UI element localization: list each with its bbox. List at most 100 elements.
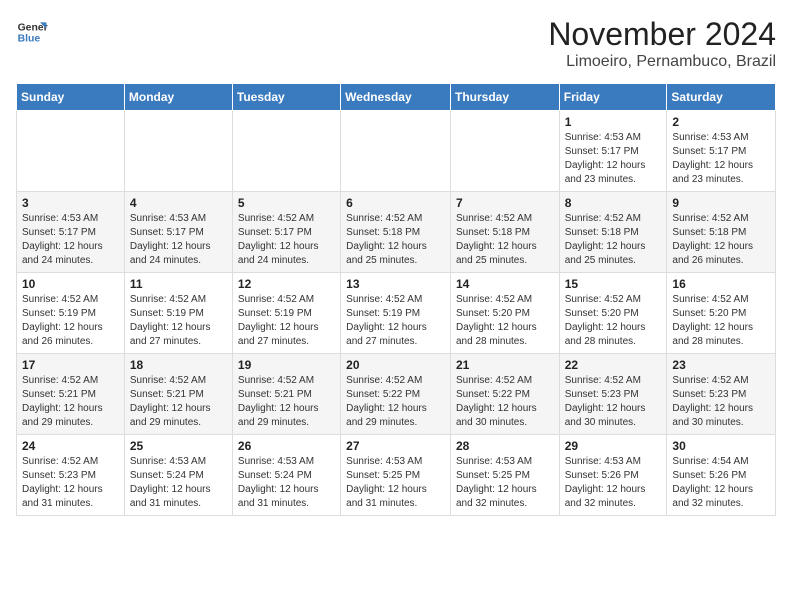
weekday-header-wednesday: Wednesday [341, 84, 451, 111]
day-info: Sunrise: 4:53 AM Sunset: 5:25 PM Dayligh… [346, 455, 445, 511]
day-info: Sunrise: 4:52 AM Sunset: 5:19 PM Dayligh… [346, 293, 445, 349]
calendar-day-cell: 25 Sunrise: 4:53 AM Sunset: 5:24 PM Dayli… [124, 435, 232, 516]
day-info: Sunrise: 4:52 AM Sunset: 5:21 PM Dayligh… [22, 374, 119, 430]
calendar-day-cell: 24 Sunrise: 4:52 AM Sunset: 5:23 PM Dayli… [17, 435, 125, 516]
calendar-day-cell: 2 Sunrise: 4:53 AM Sunset: 5:17 PM Daylig… [667, 111, 776, 192]
day-number: 8 [565, 196, 662, 210]
calendar-day-cell: 10Sunrise: 4:52 AM Sunset: 5:19 PM Dayli… [17, 273, 125, 354]
day-number: 23 [672, 358, 770, 372]
day-number: 24 [22, 439, 119, 453]
day-number: 27 [346, 439, 445, 453]
day-info: Sunrise: 4:53 AM Sunset: 5:17 PM Dayligh… [672, 131, 770, 187]
calendar-day-cell: 7Sunrise: 4:52 AM Sunset: 5:18 PM Daylig… [450, 192, 559, 273]
calendar-day-cell: 16 Sunrise: 4:52 AM Sunset: 5:20 PM Dayli… [667, 273, 776, 354]
calendar-day-cell: 19 Sunrise: 4:52 AM Sunset: 5:21 PM Dayli… [232, 354, 340, 435]
calendar-day-cell: 21 Sunrise: 4:52 AM Sunset: 5:22 PM Dayli… [450, 354, 559, 435]
day-info: Sunrise: 4:52 AM Sunset: 5:20 PM Dayligh… [456, 293, 554, 349]
calendar-day-cell: 9 Sunrise: 4:52 AM Sunset: 5:18 PM Daylig… [667, 192, 776, 273]
day-info: Sunrise: 4:52 AM Sunset: 5:18 PM Dayligh… [565, 212, 662, 268]
day-number: 11 [130, 277, 227, 291]
calendar-day-cell: 29 Sunrise: 4:53 AM Sunset: 5:26 PM Dayli… [559, 435, 667, 516]
day-info: Sunrise: 4:53 AM Sunset: 5:17 PM Dayligh… [130, 212, 227, 268]
day-info: Sunrise: 4:53 AM Sunset: 5:24 PM Dayligh… [130, 455, 227, 511]
day-info: Sunrise: 4:53 AM Sunset: 5:25 PM Dayligh… [456, 455, 554, 511]
day-info: Sunrise: 4:52 AM Sunset: 5:22 PM Dayligh… [346, 374, 445, 430]
day-info: Sunrise: 4:52 AM Sunset: 5:22 PM Dayligh… [456, 374, 554, 430]
weekday-header-sunday: Sunday [17, 84, 125, 111]
svg-text:Blue: Blue [18, 34, 41, 45]
weekday-header-thursday: Thursday [450, 84, 559, 111]
calendar-week-row: 1 Sunrise: 4:53 AM Sunset: 5:17 PM Daylig… [17, 111, 776, 192]
weekday-header-saturday: Saturday [667, 84, 776, 111]
calendar-week-row: 10 Sunrise: 4:52 AM Sunset: 5:19 PM Dayli… [17, 273, 776, 354]
calendar-day-cell: 27 Sunrise: 4:53 AM Sunset: 5:25 PM Dayli… [341, 435, 451, 516]
calendar-day-cell: 8 Sunrise: 4:52 AM Sunset: 5:18 PM Daylig… [559, 192, 667, 273]
day-number: 6 [346, 196, 445, 210]
day-number: 25 [130, 439, 227, 453]
calendar-day-cell: 4 Sunrise: 4:53 AM Sunset: 5:17 PM Daylig… [124, 192, 232, 273]
day-info: Sunrise: 4:53 AM Sunset: 5:17 PM Dayligh… [565, 131, 662, 187]
day-info: Sunrise: 4:52 AM Sunset: 5:19 PM Dayligh… [238, 293, 335, 349]
empty-cell [124, 111, 232, 192]
calendar-day-cell: 6 Sunrise: 4:52 AM Sunset: 5:18 PM Daylig… [341, 192, 451, 273]
calendar-day-cell: 23 Sunrise: 4:52 AM Sunset: 5:23 PM Dayli… [667, 354, 776, 435]
weekday-header-monday: Monday [124, 84, 232, 111]
weekday-header-friday: Friday [559, 84, 667, 111]
calendar-day-cell: 28 Sunrise: 4:53 AM Sunset: 5:25 PM Dayli… [450, 435, 559, 516]
calendar-day-cell: 26Sunrise: 4:53 AM Sunset: 5:24 PM Dayli… [232, 435, 340, 516]
day-info: Sunrise: 4:52 AM Sunset: 5:21 PM Dayligh… [130, 374, 227, 430]
header-row: SundayMondayTuesdayWednesdayThursdayFrid… [17, 84, 776, 111]
day-number: 26 [238, 439, 335, 453]
calendar-day-cell: 1 Sunrise: 4:53 AM Sunset: 5:17 PM Daylig… [559, 111, 667, 192]
day-number: 10 [22, 277, 119, 291]
empty-cell [450, 111, 559, 192]
day-info: Sunrise: 4:53 AM Sunset: 5:26 PM Dayligh… [565, 455, 662, 511]
logo: General Blue [16, 16, 48, 48]
day-number: 1 [565, 115, 662, 129]
day-number: 22 [565, 358, 662, 372]
month-title: November 2024 [548, 16, 776, 53]
day-info: Sunrise: 4:52 AM Sunset: 5:23 PM Dayligh… [22, 455, 119, 511]
calendar-day-cell: 12Sunrise: 4:52 AM Sunset: 5:19 PM Dayli… [232, 273, 340, 354]
day-info: Sunrise: 4:54 AM Sunset: 5:26 PM Dayligh… [672, 455, 770, 511]
empty-cell [232, 111, 340, 192]
calendar-table: SundayMondayTuesdayWednesdayThursdayFrid… [16, 83, 776, 516]
day-info: Sunrise: 4:52 AM Sunset: 5:23 PM Dayligh… [565, 374, 662, 430]
calendar-day-cell: 15 Sunrise: 4:52 AM Sunset: 5:20 PM Dayli… [559, 273, 667, 354]
day-number: 5 [238, 196, 335, 210]
day-number: 19 [238, 358, 335, 372]
day-info: Sunrise: 4:52 AM Sunset: 5:18 PM Dayligh… [456, 212, 554, 268]
day-info: Sunrise: 4:52 AM Sunset: 5:17 PM Dayligh… [238, 212, 335, 268]
day-number: 21 [456, 358, 554, 372]
day-info: Sunrise: 4:52 AM Sunset: 5:18 PM Dayligh… [672, 212, 770, 268]
calendar-day-cell: 14 Sunrise: 4:52 AM Sunset: 5:20 PM Dayli… [450, 273, 559, 354]
calendar-day-cell: 20 Sunrise: 4:52 AM Sunset: 5:22 PM Dayli… [341, 354, 451, 435]
calendar-day-cell: 5 Sunrise: 4:52 AM Sunset: 5:17 PM Daylig… [232, 192, 340, 273]
day-number: 4 [130, 196, 227, 210]
day-info: Sunrise: 4:52 AM Sunset: 5:21 PM Dayligh… [238, 374, 335, 430]
day-info: Sunrise: 4:52 AM Sunset: 5:20 PM Dayligh… [565, 293, 662, 349]
location-title: Limoeiro, Pernambuco, Brazil [548, 53, 776, 71]
calendar-week-row: 24 Sunrise: 4:52 AM Sunset: 5:23 PM Dayli… [17, 435, 776, 516]
day-number: 29 [565, 439, 662, 453]
day-number: 2 [672, 115, 770, 129]
day-number: 20 [346, 358, 445, 372]
day-info: Sunrise: 4:52 AM Sunset: 5:20 PM Dayligh… [672, 293, 770, 349]
day-number: 9 [672, 196, 770, 210]
day-number: 3 [22, 196, 119, 210]
calendar-week-row: 3 Sunrise: 4:53 AM Sunset: 5:17 PM Daylig… [17, 192, 776, 273]
calendar-day-cell: 13Sunrise: 4:52 AM Sunset: 5:19 PM Dayli… [341, 273, 451, 354]
calendar-day-cell: 30Sunrise: 4:54 AM Sunset: 5:26 PM Dayli… [667, 435, 776, 516]
day-number: 15 [565, 277, 662, 291]
day-number: 28 [456, 439, 554, 453]
calendar-day-cell: 11Sunrise: 4:52 AM Sunset: 5:19 PM Dayli… [124, 273, 232, 354]
day-number: 16 [672, 277, 770, 291]
day-info: Sunrise: 4:52 AM Sunset: 5:18 PM Dayligh… [346, 212, 445, 268]
calendar-week-row: 17 Sunrise: 4:52 AM Sunset: 5:21 PM Dayli… [17, 354, 776, 435]
day-info: Sunrise: 4:52 AM Sunset: 5:23 PM Dayligh… [672, 374, 770, 430]
day-number: 14 [456, 277, 554, 291]
calendar-day-cell: 22 Sunrise: 4:52 AM Sunset: 5:23 PM Dayli… [559, 354, 667, 435]
calendar-day-cell: 17 Sunrise: 4:52 AM Sunset: 5:21 PM Dayli… [17, 354, 125, 435]
day-number: 17 [22, 358, 119, 372]
day-info: Sunrise: 4:53 AM Sunset: 5:17 PM Dayligh… [22, 212, 119, 268]
